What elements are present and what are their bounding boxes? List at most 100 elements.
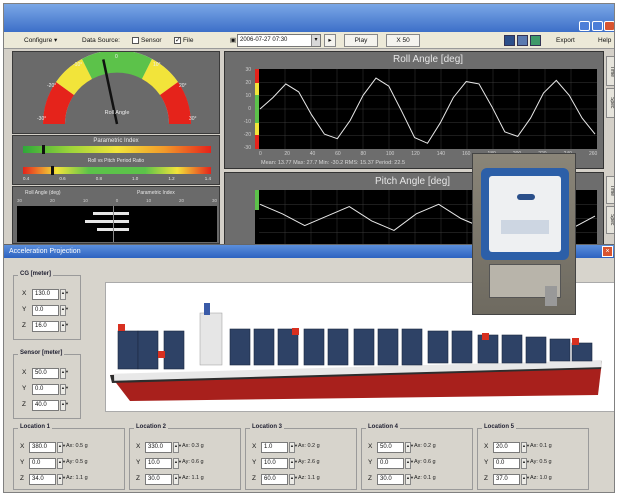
location-z-input[interactable]: 37.0 (493, 474, 520, 485)
sensor-y-row: Y 0.0 ▲▼ (14, 384, 80, 396)
location-z-input[interactable]: 30.0 (145, 474, 172, 485)
export-button[interactable]: Export (556, 35, 575, 46)
cg-y-spinner[interactable]: ▲▼ (60, 305, 69, 316)
sensor-y-spinner[interactable]: ▲▼ (60, 384, 69, 395)
location-z-input[interactable]: 30.0 (377, 474, 404, 485)
acceleration-readout: Ay: 0.6 g (182, 459, 204, 465)
acceleration-readout: Ax: 0.1 g (530, 443, 552, 449)
tab-roll-time[interactable]: Time (606, 56, 614, 86)
location-y-spinner[interactable]: ▲▼ (289, 458, 298, 469)
location-x-spinner[interactable]: ▲▼ (289, 442, 298, 453)
location-y-spinner[interactable]: ▲▼ (405, 458, 414, 469)
acceleration-readout: Az: 1.1 g (182, 475, 204, 481)
sensor-label: Sensor [meter] (18, 350, 65, 356)
device-label (501, 220, 549, 234)
play-button[interactable]: Play (344, 34, 378, 47)
roll-xtick: 0 (259, 151, 262, 157)
device-casing (481, 168, 569, 260)
roll-plot (255, 69, 597, 149)
location-z-spinner[interactable]: ▲▼ (289, 474, 298, 485)
y-label: Y (136, 459, 141, 466)
location-y-input[interactable]: 10.0 (261, 458, 288, 469)
calendar-icon[interactable]: ▣ (230, 35, 236, 46)
cg-y-input[interactable]: 0.0 (32, 305, 59, 316)
tab-roll-spec[interactable]: Spec (606, 88, 614, 118)
dialog-close-button[interactable]: × (602, 246, 613, 257)
gauge-tick: -30° (37, 116, 46, 122)
location-x-row: X 330.0 ▲▼ Ax: 0.3 g (130, 442, 240, 454)
tab-pitch-time[interactable]: Time (606, 176, 614, 204)
location-x-spinner[interactable]: ▲▼ (57, 442, 66, 453)
maximize-button[interactable] (592, 21, 603, 31)
location-x-input[interactable]: 1.0 (261, 442, 288, 453)
roll-xtick: 60 (335, 151, 341, 157)
location-z-spinner[interactable]: ▲▼ (405, 474, 414, 485)
hist-tick: 10 (146, 198, 152, 203)
location-group: Location 5 X 20.0 ▲▼ Ax: 0.1 g Y 0.0 ▲▼ Ay: 0.5 … (477, 424, 589, 490)
rate-button[interactable]: X 50 (386, 34, 420, 47)
date-select[interactable]: 2006-07-27 07:30 ▾ (237, 34, 321, 47)
sensor-x-input[interactable]: 50.0 (32, 368, 59, 379)
roll-ytick: 30 (245, 67, 251, 73)
roll-plot-svg (255, 69, 597, 149)
sensor-z-spinner[interactable]: ▲▼ (60, 400, 69, 411)
location-z-spinner[interactable]: ▲▼ (57, 474, 66, 485)
acceleration-readout: Az: 0.1 g (414, 475, 436, 481)
configure-menu[interactable]: Configure ▾ (24, 35, 57, 46)
container-stack (501, 334, 523, 364)
cg-z-input[interactable]: 16.0 (32, 321, 59, 332)
table-icon[interactable] (517, 35, 528, 46)
location-y-input[interactable]: 0.0 (493, 458, 520, 469)
cg-z-spinner[interactable]: ▲▼ (60, 321, 69, 332)
sensor-checkbox[interactable]: Sensor (132, 35, 162, 46)
close-window-button[interactable] (604, 21, 614, 31)
sensor-x-spinner[interactable]: ▲▼ (60, 368, 69, 379)
sensor-z-input[interactable]: 40.0 (32, 400, 59, 411)
sensor-x-row: X 50.0 ▲▼ (14, 368, 80, 380)
location-x-input[interactable]: 330.0 (145, 442, 172, 453)
file-checkbox[interactable]: File (174, 35, 193, 46)
location-x-input[interactable]: 50.0 (377, 442, 404, 453)
y-label: Y (368, 459, 373, 466)
acceleration-readout: Az: 1.1 g (66, 475, 88, 481)
acceleration-readout: Ax: 0.2 g (298, 443, 320, 449)
step-button[interactable]: ▸ (324, 34, 336, 47)
help-button[interactable]: Help (598, 35, 611, 46)
histogram-panel: Roll Angle (deg) Parametric Index 30 20 … (12, 186, 220, 244)
acceleration-readout: Ay: 2.6 g (298, 459, 320, 465)
device-logo (517, 194, 535, 200)
chart-icon[interactable] (504, 35, 515, 46)
ratio-tick: 1.0 (132, 176, 139, 181)
roll-chart-panel: Roll Angle [deg] 30 20 10 0 -10 -20 -30 … (224, 51, 604, 169)
location-x-spinner[interactable]: ▲▼ (405, 442, 414, 453)
location-y-input[interactable]: 0.0 (29, 458, 56, 469)
location-z-spinner[interactable]: ▲▼ (521, 474, 530, 485)
location-label: Location 2 (134, 424, 169, 430)
x-label: X (22, 290, 27, 297)
minimize-button[interactable] (579, 21, 590, 31)
cg-x-spinner[interactable]: ▲▼ (60, 289, 69, 300)
location-y-input[interactable]: 0.0 (377, 458, 404, 469)
location-x-spinner[interactable]: ▲▼ (173, 442, 182, 453)
container-stack (327, 328, 349, 366)
location-z-spinner[interactable]: ▲▼ (173, 474, 182, 485)
location-y-row: Y 0.0 ▲▼ Ay: 0.5 g (14, 458, 124, 470)
location-y-spinner[interactable]: ▲▼ (173, 458, 182, 469)
location-x-input[interactable]: 20.0 (493, 442, 520, 453)
location-z-input[interactable]: 34.0 (29, 474, 56, 485)
title-bar (4, 4, 614, 32)
cg-x-input[interactable]: 130.0 (32, 289, 59, 300)
location-marker (158, 351, 165, 358)
ship-icon[interactable] (530, 35, 541, 46)
location-y-spinner[interactable]: ▲▼ (57, 458, 66, 469)
location-x-input[interactable]: 380.0 (29, 442, 56, 453)
hist-tick: 30 (17, 198, 23, 203)
location-z-input[interactable]: 60.0 (261, 474, 288, 485)
hist-center-line (113, 206, 114, 242)
location-y-input[interactable]: 10.0 (145, 458, 172, 469)
location-y-spinner[interactable]: ▲▼ (521, 458, 530, 469)
location-x-spinner[interactable]: ▲▼ (521, 442, 530, 453)
tab-pitch-spec[interactable]: Spec (606, 206, 614, 234)
sensor-y-input[interactable]: 0.0 (32, 384, 59, 395)
pitch-chart-title: Pitch Angle [deg] (375, 176, 451, 187)
